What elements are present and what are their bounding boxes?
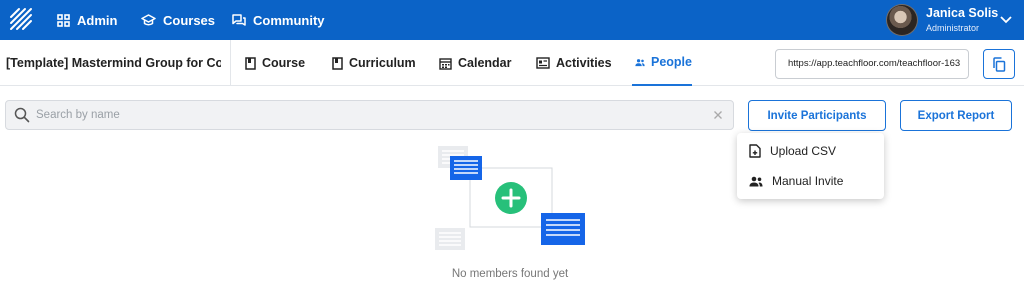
close-icon[interactable] <box>713 110 723 120</box>
menu-item-manual-invite-label: Manual Invite <box>772 174 844 188</box>
nav-community-label: Community <box>253 12 325 28</box>
search-input[interactable] <box>36 101 696 129</box>
user-role: Administrator <box>926 22 980 33</box>
menu-item-upload-csv-label: Upload CSV <box>770 144 837 158</box>
menu-item-manual-invite[interactable]: Manual Invite <box>737 166 884 196</box>
tab-activities-label: Activities <box>556 56 612 70</box>
search-icon <box>14 107 30 123</box>
avatar <box>886 4 918 36</box>
tab-activities[interactable]: Activities <box>536 40 612 86</box>
search-bar <box>5 100 734 130</box>
export-report-button[interactable]: Export Report <box>900 100 1012 131</box>
grid-icon <box>57 13 70 27</box>
book-icon <box>332 56 343 70</box>
tab-curriculum-label: Curriculum <box>349 56 416 70</box>
menu-item-upload-csv[interactable]: Upload CSV <box>737 136 884 166</box>
share-url-field[interactable]: https://app.teachfloor.com/teachfloor-16… <box>775 49 969 79</box>
empty-members-illustration <box>435 146 585 250</box>
invite-participants-button[interactable]: Invite Participants <box>748 100 886 131</box>
course-header-bar: [Template] Mastermind Group for Co... Co… <box>0 40 1024 86</box>
nav-courses-label: Courses <box>163 12 216 28</box>
add-plus-icon <box>495 182 527 214</box>
tab-course[interactable]: Course <box>245 40 305 86</box>
tab-calendar-label: Calendar <box>458 56 512 70</box>
empty-state-message: No members found yet <box>451 268 569 280</box>
course-title: [Template] Mastermind Group for Co... <box>6 56 221 70</box>
nav-admin[interactable]: Admin <box>57 0 117 40</box>
tab-calendar[interactable]: Calendar <box>439 40 512 86</box>
nav-community[interactable]: Community <box>232 0 325 40</box>
calendar-icon <box>439 57 452 70</box>
user-name: Janica Solis <box>926 6 999 21</box>
book-icon <box>245 56 256 70</box>
chevron-down-icon[interactable] <box>998 11 1014 27</box>
people-icon <box>635 58 645 66</box>
people-icon <box>749 176 763 186</box>
nav-courses[interactable]: Courses <box>141 0 215 40</box>
tab-curriculum[interactable]: Curriculum <box>332 40 416 86</box>
logo-icon[interactable] <box>9 7 33 31</box>
chat-bubbles-icon <box>232 13 246 26</box>
top-nav-bar: Admin Courses Community Janica Solis Adm… <box>0 0 1024 40</box>
blue-document-icon <box>450 156 482 180</box>
nav-admin-label: Admin <box>77 12 118 28</box>
faded-document-icon <box>435 228 465 250</box>
activity-card-icon <box>536 57 550 69</box>
graduation-cap-icon <box>141 13 156 25</box>
tab-people[interactable]: People <box>632 40 692 86</box>
blue-document-icon <box>541 213 585 245</box>
invite-dropdown-menu: Upload CSV Manual Invite <box>737 133 884 199</box>
divider <box>230 40 231 86</box>
tab-people-label: People <box>651 55 692 69</box>
tab-course-label: Course <box>262 56 306 70</box>
copy-url-button[interactable] <box>983 49 1015 79</box>
file-upload-icon <box>749 144 761 158</box>
copy-icon <box>993 56 1006 72</box>
user-menu[interactable]: Janica Solis Administrator <box>886 3 998 37</box>
